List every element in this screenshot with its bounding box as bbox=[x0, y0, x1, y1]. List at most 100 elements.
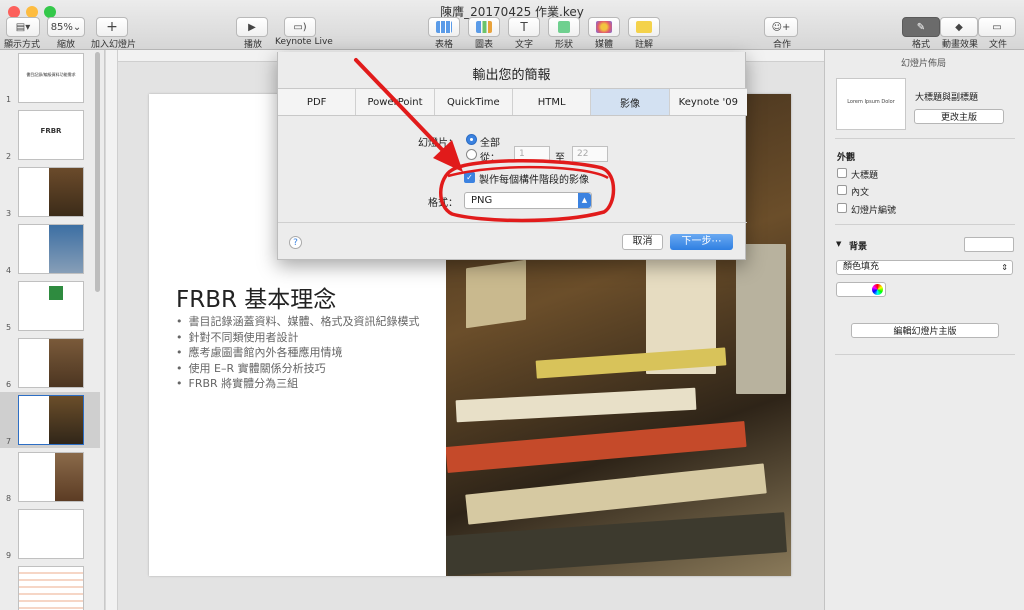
slide-thumbnail bbox=[18, 338, 84, 388]
zoom-label: 縮放 bbox=[57, 40, 76, 50]
slide-thumb[interactable] bbox=[0, 563, 100, 610]
table-icon bbox=[436, 21, 452, 33]
slide-thumb[interactable]: 8 bbox=[0, 449, 100, 505]
add-slide-button[interactable]: + bbox=[96, 17, 128, 37]
help-button[interactable]: ? bbox=[289, 236, 302, 249]
play-icon: ▶ bbox=[248, 21, 256, 33]
tab-quicktime[interactable]: QuickTime bbox=[435, 89, 513, 115]
slide-number: 1 bbox=[6, 95, 12, 104]
export-dialog: 輸出您的簡報 PDF PowerPoint QuickTime HTML 影像 … bbox=[277, 52, 747, 260]
toolbar: 陳膺_20170425 作業.key ▤▾ 顯示方式 85% ⌄ 縮放 + 加入幻… bbox=[0, 0, 1024, 50]
thumb-photo bbox=[49, 286, 63, 300]
shape-button[interactable] bbox=[548, 17, 580, 37]
slide-thumbnail: FRBR bbox=[18, 110, 84, 160]
appearance-heading: 外觀 bbox=[837, 153, 856, 163]
tab-html[interactable]: HTML bbox=[513, 89, 592, 115]
media-button[interactable] bbox=[588, 17, 620, 37]
build-stages-label: 製作每個構件階段的影像 bbox=[479, 175, 589, 186]
slide-number-checkbox[interactable] bbox=[837, 203, 847, 213]
keynote-live-button[interactable]: ▭) bbox=[284, 17, 316, 37]
fill-type-select[interactable]: 顏色填充 ⇕ bbox=[836, 260, 1013, 275]
color-wheel-icon bbox=[872, 284, 883, 295]
all-slides-radio[interactable] bbox=[466, 134, 477, 145]
thumb-photo bbox=[49, 396, 83, 444]
view-button[interactable]: ▤▾ bbox=[6, 17, 40, 37]
document-button[interactable]: ▭ bbox=[978, 17, 1016, 37]
slide-thumb[interactable]: 9 bbox=[0, 506, 100, 562]
bullet-item: 針對不同類使用者設計 bbox=[176, 330, 420, 346]
from-range-radio[interactable] bbox=[466, 149, 477, 160]
text-button[interactable]: T bbox=[508, 17, 540, 37]
navigator-scrollbar[interactable] bbox=[95, 52, 100, 292]
media-icon bbox=[596, 21, 612, 33]
color-swatch[interactable] bbox=[836, 282, 886, 297]
thumb-photo bbox=[49, 168, 83, 216]
shape-icon bbox=[558, 21, 570, 33]
divider bbox=[278, 222, 747, 223]
thumb-photo bbox=[55, 453, 83, 501]
to-label: 至 bbox=[555, 153, 565, 164]
animate-button[interactable]: ◆ bbox=[940, 17, 978, 37]
slides-label: 幻燈片： bbox=[418, 138, 458, 149]
slide-bullets[interactable]: 書目記錄涵蓋資料、媒體、格式及資訊紀錄模式 針對不同類使用者設計 應考慮圖書館內… bbox=[176, 314, 420, 392]
slide-thumb[interactable]: 5 bbox=[0, 278, 100, 334]
all-slides-label: 全部 bbox=[480, 138, 500, 149]
table-label: 表格 bbox=[435, 40, 454, 50]
chart-button[interactable] bbox=[468, 17, 500, 37]
zoom-value: 85% bbox=[50, 21, 73, 33]
view-icon: ▤▾ bbox=[15, 21, 31, 33]
bullet-item: 使用 E–R 實體關係分析技巧 bbox=[176, 361, 420, 377]
animate-icon: ◆ bbox=[955, 21, 963, 33]
tab-powerpoint[interactable]: PowerPoint bbox=[356, 89, 435, 115]
collaborate-icon: ☺+ bbox=[771, 21, 791, 33]
animate-label: 動畫效果 bbox=[942, 40, 979, 50]
bullet-item: FRBR 將實體分為三組 bbox=[176, 376, 420, 392]
tab-images[interactable]: 影像 bbox=[591, 89, 670, 115]
from-field[interactable]: 1 bbox=[514, 146, 550, 162]
thumb-title: FRBR bbox=[40, 127, 62, 135]
title-checkbox[interactable] bbox=[837, 168, 847, 178]
build-stages-checkbox[interactable]: ✓ bbox=[464, 172, 475, 183]
slide-number: 2 bbox=[6, 152, 12, 161]
tab-keynote-09[interactable]: Keynote '09 bbox=[670, 89, 747, 115]
slide-thumb[interactable]: 4 bbox=[0, 221, 100, 277]
background-color-well[interactable] bbox=[964, 237, 1014, 252]
fill-type-value: 顏色填充 bbox=[843, 262, 880, 272]
divider bbox=[835, 224, 1015, 225]
collaborate-button[interactable]: ☺+ bbox=[764, 17, 798, 37]
slide-number: 6 bbox=[6, 380, 12, 389]
play-button[interactable]: ▶ bbox=[236, 17, 268, 37]
slide-thumb[interactable]: 書目記錄/編級資料功能需求 1 bbox=[0, 50, 100, 106]
slide-thumbnail bbox=[18, 566, 84, 610]
next-button[interactable]: 下一步⋯ bbox=[670, 234, 733, 250]
broadcast-icon: ▭) bbox=[293, 21, 307, 33]
change-master-button[interactable]: 更改主版 bbox=[914, 109, 1004, 124]
body-checkbox[interactable] bbox=[837, 185, 847, 195]
slide-thumb[interactable]: 3 bbox=[0, 164, 100, 220]
master-thumbnail[interactable]: Lorem Ipsum Dolor bbox=[836, 78, 906, 130]
body-checkbox-label: 內文 bbox=[851, 188, 870, 198]
add-slide-label: 加入幻燈片 bbox=[91, 40, 137, 50]
format-button[interactable]: ✎ bbox=[902, 17, 940, 37]
slide-title[interactable]: FRBR 基本理念 bbox=[176, 280, 336, 314]
slide-number: 3 bbox=[6, 209, 12, 218]
document-icon: ▭ bbox=[992, 21, 1002, 33]
cancel-button[interactable]: 取消 bbox=[622, 234, 663, 250]
document-label: 文件 bbox=[989, 40, 1008, 50]
comment-button[interactable] bbox=[628, 17, 660, 37]
slide-thumb[interactable]: FRBR 2 bbox=[0, 107, 100, 163]
zoom-button[interactable]: 85% ⌄ bbox=[47, 17, 85, 37]
table-button[interactable] bbox=[428, 17, 460, 37]
chevron-updown-icon: ▲ bbox=[578, 193, 591, 208]
collaborate-label: 合作 bbox=[773, 40, 792, 50]
slide-thumb-selected[interactable]: 7 bbox=[0, 392, 100, 448]
slide-number: 4 bbox=[6, 266, 12, 275]
image-format-select[interactable]: PNG ▲ bbox=[464, 192, 592, 209]
edit-master-button[interactable]: 編輯幻燈片主版 bbox=[851, 323, 999, 338]
to-field[interactable]: 22 bbox=[572, 146, 608, 162]
tab-pdf[interactable]: PDF bbox=[278, 89, 357, 115]
disclosure-triangle-icon[interactable]: ▼ bbox=[836, 240, 841, 248]
slide-thumb[interactable]: 6 bbox=[0, 335, 100, 391]
master-name: 大標題與副標題 bbox=[915, 93, 979, 103]
dialog-title: 輸出您的簡報 bbox=[472, 68, 551, 83]
